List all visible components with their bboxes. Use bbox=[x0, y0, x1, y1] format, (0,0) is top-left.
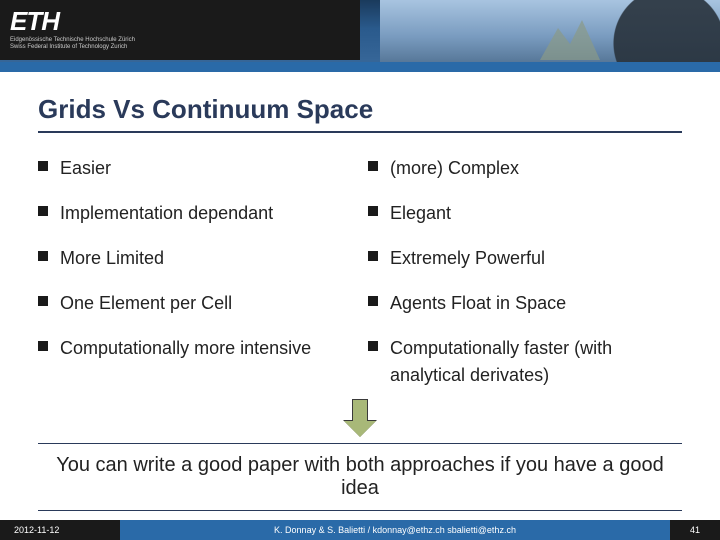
footer-page-number: 41 bbox=[670, 520, 720, 540]
slide-footer: 2012-11-12 K. Donnay & S. Balietti / kdo… bbox=[0, 520, 720, 540]
square-bullet-icon bbox=[38, 341, 48, 351]
item-text: Easier bbox=[60, 155, 111, 182]
eth-logo: ETH bbox=[10, 6, 350, 37]
square-bullet-icon bbox=[38, 161, 48, 171]
square-bullet-icon bbox=[38, 251, 48, 261]
list-item: More Limited bbox=[38, 245, 352, 272]
item-text: (more) Complex bbox=[390, 155, 519, 182]
list-item: One Element per Cell bbox=[38, 290, 352, 317]
comparison-columns: Easier Implementation dependant More Lim… bbox=[30, 155, 690, 407]
slide-header: ETH Eidgenössische Technische Hochschule… bbox=[0, 0, 720, 72]
square-bullet-icon bbox=[38, 296, 48, 306]
item-text: Computationally more intensive bbox=[60, 335, 311, 362]
list-item: Elegant bbox=[368, 200, 682, 227]
conclusion-box: You can write a good paper with both app… bbox=[38, 443, 682, 511]
list-item: Easier bbox=[38, 155, 352, 182]
grids-column: Easier Implementation dependant More Lim… bbox=[30, 155, 360, 407]
item-text: Computationally faster (with analytical … bbox=[390, 335, 682, 389]
item-text: Implementation dependant bbox=[60, 200, 273, 227]
list-item: Computationally more intensive bbox=[38, 335, 352, 362]
footer-authors: K. Donnay & S. Balietti / kdonnay@ethz.c… bbox=[120, 520, 670, 540]
item-text: Elegant bbox=[390, 200, 451, 227]
item-text: One Element per Cell bbox=[60, 290, 232, 317]
square-bullet-icon bbox=[368, 161, 378, 171]
footer-date: 2012-11-12 bbox=[0, 520, 120, 540]
header-blue-strip bbox=[0, 62, 720, 72]
square-bullet-icon bbox=[368, 206, 378, 216]
logo-subtitle-2: Swiss Federal Institute of Technology Zu… bbox=[10, 44, 350, 51]
item-text: Extremely Powerful bbox=[390, 245, 545, 272]
logo-bar: ETH Eidgenössische Technische Hochschule… bbox=[0, 0, 360, 60]
continuum-column: (more) Complex Elegant Extremely Powerfu… bbox=[360, 155, 690, 407]
list-item: Implementation dependant bbox=[38, 200, 352, 227]
square-bullet-icon bbox=[368, 341, 378, 351]
list-item: (more) Complex bbox=[368, 155, 682, 182]
square-bullet-icon bbox=[368, 251, 378, 261]
slide-title: Grids Vs Continuum Space bbox=[38, 94, 682, 133]
square-bullet-icon bbox=[38, 206, 48, 216]
item-text: Agents Float in Space bbox=[390, 290, 566, 317]
square-bullet-icon bbox=[368, 296, 378, 306]
list-item: Computationally faster (with analytical … bbox=[368, 335, 682, 389]
logo-subtitle-1: Eidgenössische Technische Hochschule Zür… bbox=[10, 37, 350, 44]
list-item: Extremely Powerful bbox=[368, 245, 682, 272]
down-arrow-icon bbox=[347, 399, 373, 437]
item-text: More Limited bbox=[60, 245, 164, 272]
list-item: Agents Float in Space bbox=[368, 290, 682, 317]
